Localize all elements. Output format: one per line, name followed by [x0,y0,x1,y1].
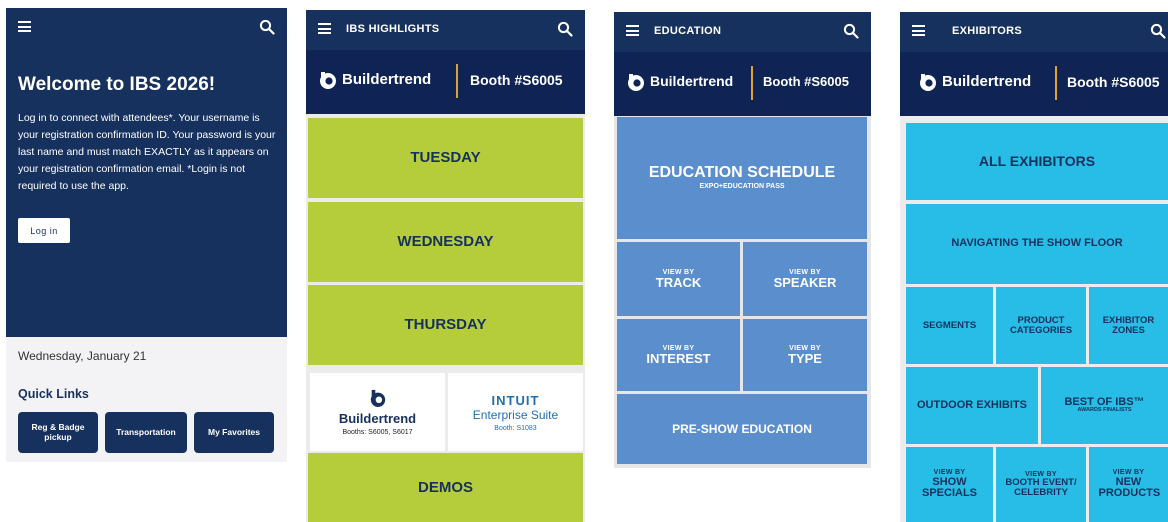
hamburger-icon[interactable] [18,21,31,32]
speaker-label: SPEAKER [773,274,837,290]
navigating-show-floor-tile[interactable]: NAVIGATING THE SHOW FLOOR [906,204,1168,284]
current-date: Wednesday, January 21 [18,349,147,363]
education-schedule-tile[interactable]: EDUCATION SCHEDULE EXPO+EDUCATION PASS [617,117,867,239]
show-specials-tile[interactable]: VIEW BY SHOW SPECIALS [906,447,993,522]
booth-event-celebrity-tile[interactable]: VIEW BY BOOTH EVENT/ CELEBRITY [996,447,1086,522]
hamburger-icon[interactable] [318,23,331,34]
welcome-panel: Welcome to IBS 2026! Log in to connect w… [6,8,287,337]
top-bar: EDUCATION [614,12,871,52]
pre-show-education-tile[interactable]: PRE-SHOW EDUCATION [617,394,867,464]
all-exhibitors-tile[interactable]: ALL EXHIBITORS [906,123,1168,200]
view-by-type-tile[interactable]: VIEW BY TYPE [743,319,867,391]
transportation-button[interactable]: Transportation [105,412,187,453]
login-instructions: Log in to connect with attendees*. Your … [18,112,276,192]
education-screen: EDUCATION Buildertrend Booth #S6005 EDUC… [614,12,871,468]
interest-label: INTEREST [646,350,711,366]
best-of-ibs-tile[interactable]: BEST OF IBS™ AWARDS FINALISTS [1041,367,1168,444]
view-by-interest-tile[interactable]: VIEW BY INTEREST [617,319,740,391]
new-products-tile[interactable]: VIEW BY NEW PRODUCTS [1089,447,1168,522]
welcome-title: Welcome to IBS 2026! [18,74,216,95]
intuit-product: Enterprise Suite [472,407,559,422]
sponsor-banner[interactable]: Buildertrend Booth #S6005 [900,52,1168,116]
type-label: TYPE [788,350,822,366]
banner-divider [751,66,753,100]
search-icon[interactable] [259,19,275,35]
brand-name: Buildertrend [942,73,1032,90]
buildertrend-name: Buildertrend [338,411,417,426]
view-by-speaker-tile[interactable]: VIEW BY SPEAKER [743,242,867,316]
banner-divider [456,64,458,98]
sponsor-banner[interactable]: Buildertrend Booth #S6005 [614,52,871,116]
new-products-label: NEW PRODUCTS [1098,475,1161,500]
top-bar: IBS HIGHLIGHTS [306,10,585,50]
show-specials-label: SHOW SPECIALS [921,475,977,500]
home-screen: Welcome to IBS 2026! Log in to connect w… [6,8,287,462]
demos-tile[interactable]: DEMOS [308,453,583,522]
quick-links-panel: Wednesday, January 21 Quick Links Reg & … [6,337,287,462]
page-title: EXHIBITORS [952,25,1023,37]
exhibitor-zones-tile[interactable]: EXHIBITOR ZONES [1089,287,1168,364]
thursday-tile[interactable]: THURSDAY [308,285,583,365]
wednesday-tile[interactable]: WEDNESDAY [308,202,583,282]
buildertrend-logo-icon [920,74,936,91]
segments-tile[interactable]: SEGMENTS [906,287,993,364]
intuit-booth: Booth: S1083 [494,424,537,432]
top-bar: EXHIBITORS [900,12,1168,52]
best-of-ibs-subtitle: AWARDS FINALISTS [1077,407,1132,414]
intuit-name: INTUIT [491,392,540,408]
my-favorites-button[interactable]: My Favorites [194,412,274,453]
intuit-card[interactable]: INTUIT Enterprise Suite Booth: S1083 [448,373,583,451]
tuesday-tile[interactable]: TUESDAY [308,118,583,198]
buildertrend-logo-icon [320,72,336,89]
search-icon[interactable] [557,21,573,37]
search-icon[interactable] [1150,23,1166,39]
booth-number: Booth #S6005 [763,74,849,89]
buildertrend-booths: Booths: S6005, S6017 [342,429,413,436]
banner-divider [1055,66,1057,100]
education-schedule-subtitle: EXPO+EDUCATION PASS [699,183,785,191]
brand-name: Buildertrend [342,71,432,88]
search-icon[interactable] [843,23,859,39]
brand-name: Buildertrend [650,73,734,89]
hamburger-icon[interactable] [626,25,639,36]
education-schedule-title: EDUCATION SCHEDULE [648,164,836,182]
login-button[interactable]: Log in [18,218,70,243]
sponsor-banner[interactable]: Buildertrend Booth #S6005 [306,50,585,114]
hamburger-icon[interactable] [912,25,925,36]
buildertrend-logo-icon [370,389,385,407]
product-categories-tile[interactable]: PRODUCT CATEGORIES [996,287,1086,364]
view-by-track-tile[interactable]: VIEW BY TRACK [617,242,740,316]
booth-number: Booth #S6005 [470,72,563,88]
page-title: IBS HIGHLIGHTS [346,23,440,35]
buildertrend-card[interactable]: Buildertrend Booths: S6005, S6017 [310,373,445,451]
outdoor-exhibits-tile[interactable]: OUTDOOR EXHIBITS [906,367,1038,444]
quick-links-title: Quick Links [18,387,89,401]
track-label: TRACK [655,274,702,290]
buildertrend-logo-icon [628,74,644,91]
booth-number: Booth #S6005 [1067,74,1160,90]
page-title: EDUCATION [654,25,722,37]
booth-event-celebrity-label: BOOTH EVENT/ CELEBRITY [1005,477,1077,499]
reg-badge-pickup-button[interactable]: Reg & Badge pickup [18,412,98,453]
ibs-highlights-screen: IBS HIGHLIGHTS Buildertrend Booth #S6005… [306,10,585,522]
exhibitors-screen: EXHIBITORS Buildertrend Booth #S6005 ALL… [900,12,1168,522]
